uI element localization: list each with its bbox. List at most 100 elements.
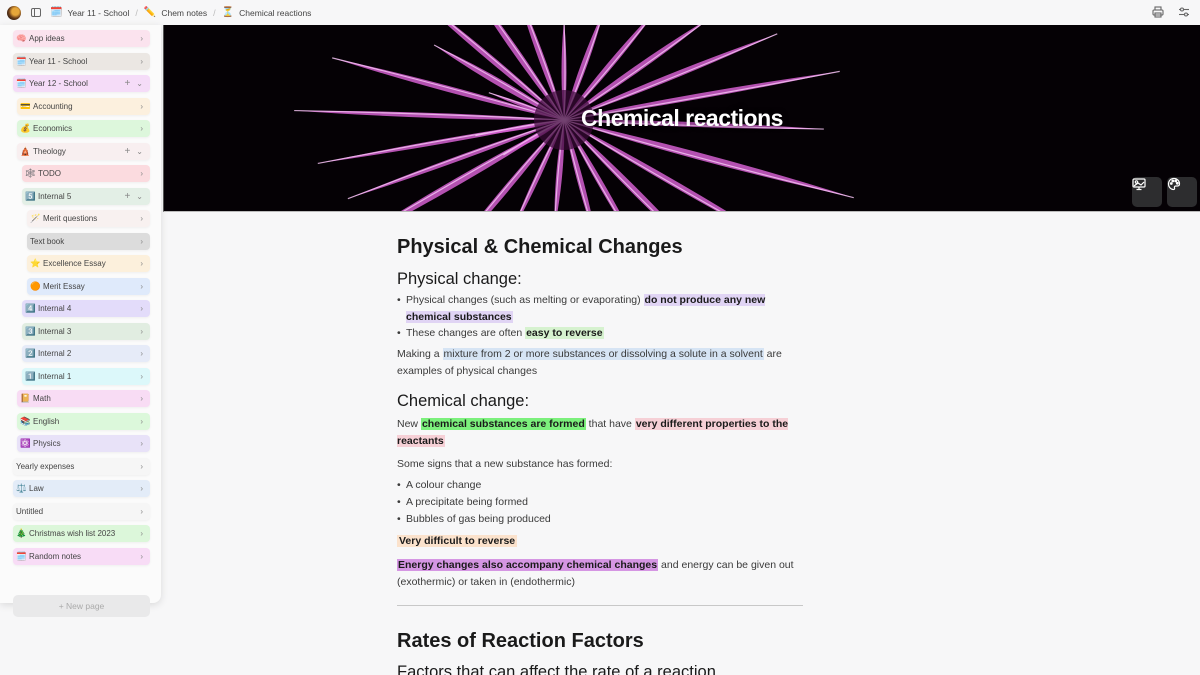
sidebar-item[interactable]: ⚖️ Law › xyxy=(13,480,150,497)
chevron-right-icon[interactable]: › xyxy=(140,282,143,291)
highlight-mixture: mixture from 2 or more substances or dis… xyxy=(442,348,764,360)
chevron-right-icon[interactable]: › xyxy=(140,484,143,493)
chevron-right-icon[interactable]: › xyxy=(140,214,143,223)
chevron-right-icon[interactable]: › xyxy=(140,439,143,448)
sidebar-item[interactable]: 5️⃣ Internal 5 + ⌄ xyxy=(22,187,150,205)
sidebar-item[interactable]: Yearly expenses › xyxy=(13,457,150,475)
breadcrumb-chem-notes[interactable]: Chem notes xyxy=(161,8,207,18)
print-icon[interactable] xyxy=(1152,6,1164,18)
sidebar-item[interactable]: 🎄 Christmas wish list 2023 › xyxy=(13,525,150,542)
sidebar-item[interactable]: 📔 Math › xyxy=(17,390,150,407)
chevron-right-icon[interactable]: › xyxy=(140,169,143,178)
breadcrumb-chemical-reactions[interactable]: Chemical reactions xyxy=(239,8,311,18)
highlight-substances-formed: chemical substances are formed xyxy=(420,418,586,430)
chevron-right-icon[interactable]: › xyxy=(140,372,143,381)
heading-rates-of-reaction[interactable]: Rates of Reaction Factors xyxy=(397,630,644,653)
paragraph-difficult[interactable]: Very difficult to reverse xyxy=(397,533,803,550)
sidebar-item[interactable]: 🗓️ Random notes › xyxy=(13,547,150,565)
sidebar-item-label: Merit questions xyxy=(43,214,98,223)
list-item[interactable]: A precipitate being formed xyxy=(397,494,803,511)
chevron-right-icon[interactable]: › xyxy=(140,327,143,336)
sidebar-item[interactable]: ⚛️ Physics › xyxy=(17,435,150,452)
paragraph-energy[interactable]: Energy changes also accompany chemical c… xyxy=(397,557,803,590)
sidebar-toggle-icon[interactable] xyxy=(31,8,41,17)
sidebar-item[interactable]: 🧠 App ideas › xyxy=(13,30,150,47)
sidebar-item[interactable]: 🗓️ Year 11 - School › xyxy=(13,52,150,70)
chevron-right-icon[interactable]: › xyxy=(140,124,143,133)
sidebar-item[interactable]: 2️⃣ Internal 2 › xyxy=(22,345,150,362)
chevron-right-icon[interactable]: › xyxy=(140,34,143,43)
page-icon: 💰 xyxy=(20,123,31,133)
add-subpage-icon[interactable]: + xyxy=(124,146,130,157)
sidebar-item[interactable]: ⭐ Excellence Essay › xyxy=(27,255,150,272)
sidebar-item[interactable]: 📚 English › xyxy=(17,412,150,430)
list-item[interactable]: These changes are often easy to reverse xyxy=(397,325,803,342)
list-item[interactable]: A colour change xyxy=(397,477,803,494)
sidebar-item[interactable]: 💰 Economics › xyxy=(17,120,150,137)
sidebar-item[interactable]: 4️⃣ Internal 4 › xyxy=(22,300,150,317)
sidebar-item[interactable]: 🛕 Theology + ⌄ xyxy=(17,142,150,160)
breadcrumb-year-11[interactable]: Year 11 - School xyxy=(67,8,129,18)
sidebar-item[interactable]: 💳 Accounting › xyxy=(17,97,150,115)
paragraph-text: that have xyxy=(585,418,635,430)
chevron-down-icon[interactable]: ⌄ xyxy=(136,147,143,156)
heading-chemical-change[interactable]: Chemical change: xyxy=(397,392,529,411)
sidebar-item[interactable]: Untitled › xyxy=(13,502,150,520)
sidebar-item-label: Internal 4 xyxy=(38,304,72,313)
hourglass-icon: ⏳ xyxy=(221,7,235,18)
sidebar-item[interactable]: 1️⃣ Internal 1 › xyxy=(22,367,150,385)
sidebar-item-label: Internal 5 xyxy=(38,191,72,201)
chevron-right-icon[interactable]: › xyxy=(140,529,143,538)
chevron-right-icon[interactable]: › xyxy=(140,349,143,358)
sidebar-item-label: Year 12 - School xyxy=(29,79,88,88)
sidebar-item-label: Accounting xyxy=(33,101,73,111)
paragraph-signs-intro[interactable]: Some signs that a new substance has form… xyxy=(397,456,803,473)
sidebar-item-label: Internal 1 xyxy=(38,371,72,381)
change-cover-button[interactable] xyxy=(1132,177,1162,207)
breadcrumb-separator: / xyxy=(213,7,216,18)
chevron-right-icon[interactable]: › xyxy=(140,237,143,246)
sliders-icon[interactable] xyxy=(1178,6,1190,18)
sidebar-item-label: Theology xyxy=(33,146,66,156)
page-icon: 🎄 xyxy=(16,528,27,538)
change-cover-icon xyxy=(1132,178,1146,191)
sidebar-item-label: Internal 3 xyxy=(38,326,72,336)
sidebar: 🧠 App ideas › 🗓️ Year 11 - School › 🗓️ Year 12 … xyxy=(0,25,161,617)
sidebar-item[interactable]: 🪄 Merit questions › xyxy=(27,210,150,227)
list-item[interactable]: Physical changes (such as melting or eva… xyxy=(397,292,803,325)
chevron-right-icon[interactable]: › xyxy=(140,507,143,516)
avatar[interactable] xyxy=(7,5,21,20)
sidebar-item[interactable]: 3️⃣ Internal 3 › xyxy=(22,322,150,340)
chevron-right-icon[interactable]: › xyxy=(140,259,143,268)
chevron-right-icon[interactable]: › xyxy=(140,304,143,313)
add-subpage-icon[interactable]: + xyxy=(124,191,130,202)
page-icon: ⭐ xyxy=(30,258,41,268)
sidebar-item[interactable]: 🟠 Merit Essay › xyxy=(27,277,150,295)
page-icon: 🗓️ xyxy=(16,55,27,66)
chevron-right-icon[interactable]: › xyxy=(140,417,143,426)
chevron-down-icon[interactable]: ⌄ xyxy=(136,79,143,88)
paragraph-text: Making a xyxy=(397,348,443,360)
chevron-down-icon[interactable]: ⌄ xyxy=(136,192,143,201)
chevron-right-icon[interactable]: › xyxy=(140,57,143,66)
heading-physical-change[interactable]: Physical change: xyxy=(397,270,522,289)
chevron-right-icon[interactable]: › xyxy=(140,102,143,111)
paragraph-mixture[interactable]: Making a mixture from 2 or more substanc… xyxy=(397,346,803,379)
heading-physical-chemical[interactable]: Physical & Chemical Changes xyxy=(397,236,683,259)
sidebar-item-label: Yearly expenses xyxy=(16,461,75,471)
add-subpage-icon[interactable]: + xyxy=(124,78,130,89)
theme-button[interactable] xyxy=(1167,177,1197,207)
chevron-right-icon[interactable]: › xyxy=(140,552,143,561)
sidebar-item-label: Excellence Essay xyxy=(43,259,106,268)
chevron-right-icon[interactable]: › xyxy=(140,394,143,403)
chevron-right-icon[interactable]: › xyxy=(140,462,143,471)
paragraph-chemical[interactable]: New chemical substances are formed that … xyxy=(397,416,803,449)
sidebar-item[interactable]: Text book › xyxy=(27,232,150,250)
list-item[interactable]: Bubbles of gas being produced xyxy=(397,511,803,528)
page-title[interactable]: Chemical reactions xyxy=(164,105,1200,132)
new-page-button[interactable]: + New page xyxy=(13,595,150,617)
sidebar-item[interactable]: 🗓️ Year 12 - School + ⌄ xyxy=(13,75,150,92)
sidebar-item[interactable]: 🕸️ TODO › xyxy=(22,165,150,182)
page-icon: 🗓️ xyxy=(16,550,27,561)
heading-rates-factors[interactable]: Factors that can affect the rate of a re… xyxy=(397,663,716,675)
